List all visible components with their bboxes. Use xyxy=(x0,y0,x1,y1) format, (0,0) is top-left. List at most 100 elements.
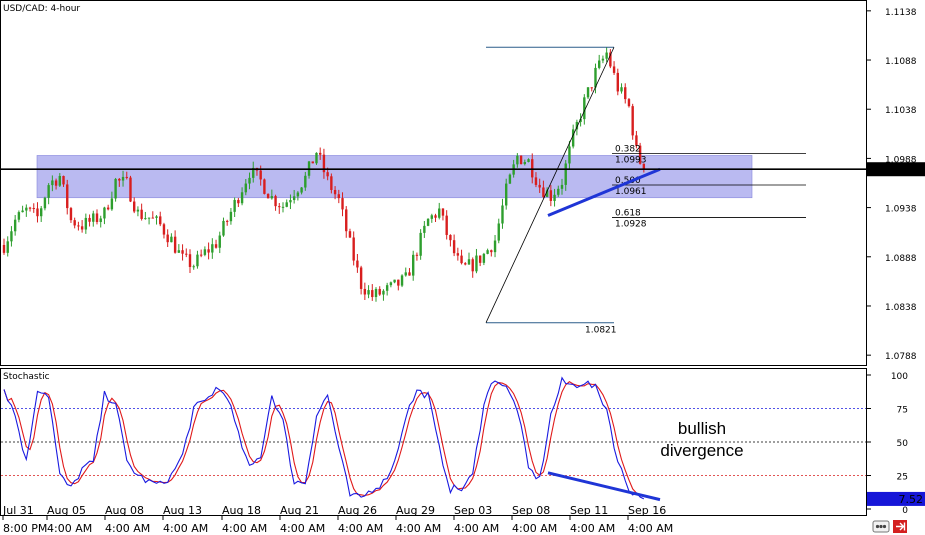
x-date-label: Sep 03 xyxy=(454,504,492,517)
stoch-value-label: 7.52 xyxy=(899,493,924,506)
candle-body xyxy=(151,217,154,219)
candle-body xyxy=(188,254,192,267)
candle-body xyxy=(583,97,586,120)
candle-body xyxy=(505,183,508,206)
stoch-y-tick-label: 75 xyxy=(897,406,908,416)
candle-body xyxy=(28,207,32,209)
candle-body xyxy=(445,215,448,235)
candle-body xyxy=(612,66,616,73)
candle-body xyxy=(185,253,188,255)
candle-body xyxy=(337,194,340,199)
candle-body xyxy=(121,176,125,181)
x-time-label: 4:00 AM xyxy=(512,522,557,535)
candle-body xyxy=(229,211,233,222)
candle-body xyxy=(2,244,6,253)
candle-body xyxy=(490,250,493,253)
fib-ratio-label: 0.618 xyxy=(615,208,641,218)
candle-body xyxy=(478,255,482,263)
candle-body xyxy=(296,192,300,197)
candle-body xyxy=(441,208,445,216)
candle xyxy=(315,152,318,165)
candle-body xyxy=(385,285,389,291)
candle-body xyxy=(6,241,9,253)
candle-body xyxy=(319,152,322,155)
candle-body xyxy=(214,244,218,248)
stoch-y-tick-label: 50 xyxy=(897,439,909,449)
candle-body xyxy=(144,218,147,220)
candle-body xyxy=(211,244,214,253)
x-date-label: Aug 08 xyxy=(105,504,144,517)
candle xyxy=(266,193,270,199)
y-tick-label: 1.0788 xyxy=(885,352,917,362)
candle-body xyxy=(40,208,43,217)
candle-body xyxy=(363,288,367,295)
candle-body xyxy=(311,161,314,164)
candle-body xyxy=(281,206,285,208)
candle-body xyxy=(564,163,567,185)
candle-body xyxy=(456,253,460,256)
forex-chart[interactable]: 1.08210.3821.09930.5001.09610.6181.0928▼… xyxy=(0,0,925,535)
candle-body xyxy=(590,87,593,89)
candle-body xyxy=(263,179,266,194)
candle-body xyxy=(549,190,553,201)
candle-body xyxy=(103,207,106,219)
candle-body xyxy=(616,72,619,92)
candle-body xyxy=(631,106,634,136)
candle-body xyxy=(620,87,623,92)
x-time-label: 4:00 AM xyxy=(338,522,383,535)
fib-price-label: 1.0928 xyxy=(615,219,647,229)
scroll-icon[interactable] xyxy=(872,520,890,533)
fib-ratio-label: 0.382 xyxy=(615,144,641,154)
y-tick-label: 1.1088 xyxy=(885,57,917,67)
y-tick-label: 1.0988 xyxy=(885,155,917,165)
x-date-label: Aug 29 xyxy=(396,504,435,517)
candle-body xyxy=(382,290,385,295)
candle xyxy=(114,177,117,202)
candle-body xyxy=(196,254,199,267)
candle-body xyxy=(598,60,601,68)
candle-body xyxy=(333,189,337,195)
candle-body xyxy=(181,250,184,254)
stoch-y-tick-label: 25 xyxy=(897,473,908,483)
candle-body xyxy=(199,254,203,256)
candle-body xyxy=(534,177,538,185)
candle-body xyxy=(240,192,244,204)
arrow-right-icon[interactable] xyxy=(893,520,907,533)
candle-body xyxy=(159,216,162,225)
y-tick-label: 1.0838 xyxy=(885,303,917,313)
candle-body xyxy=(348,231,352,238)
chart-title: USD/CAD: 4-hour xyxy=(3,4,80,14)
candle-body xyxy=(166,234,169,243)
candle-body xyxy=(25,207,28,211)
candle xyxy=(263,178,266,195)
candle-body xyxy=(542,187,545,197)
candle-body xyxy=(326,172,329,177)
annotation-line-2: divergence xyxy=(660,441,743,460)
x-date-label: Sep 08 xyxy=(512,504,550,517)
x-time-label: 4:00 AM xyxy=(47,522,92,535)
candle-body xyxy=(412,254,415,276)
candle-body xyxy=(69,208,73,221)
candle xyxy=(400,274,404,288)
x-time-label: 4:00 AM xyxy=(105,522,150,535)
candle-body xyxy=(475,255,478,272)
x-date-label: Aug 18 xyxy=(222,504,261,517)
swing-low-label: 1.0821 xyxy=(585,326,617,336)
candle-body xyxy=(244,183,247,193)
x-time-label: 4:00 AM xyxy=(280,522,325,535)
annotation-line-1: bullish xyxy=(678,419,726,438)
candle-body xyxy=(434,215,437,218)
candle-body xyxy=(43,197,47,209)
candle-body xyxy=(553,194,556,201)
candle-body xyxy=(170,236,173,243)
candle-body xyxy=(17,212,21,220)
candle-body xyxy=(438,208,441,218)
candle-body xyxy=(452,240,456,254)
candle-body xyxy=(374,288,378,298)
candle-body xyxy=(99,218,102,223)
candle-body xyxy=(233,199,236,212)
candle-body xyxy=(237,199,240,204)
candle-body xyxy=(106,207,110,210)
candle xyxy=(586,87,590,99)
candle-body xyxy=(389,282,393,286)
